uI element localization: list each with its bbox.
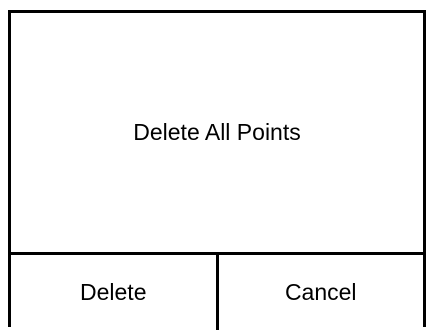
dialog-message: Delete All Points xyxy=(133,119,301,145)
confirm-dialog: Delete All Points Delete Cancel xyxy=(8,10,426,330)
delete-button[interactable]: Delete xyxy=(11,255,219,330)
dialog-button-row: Delete Cancel xyxy=(11,252,423,330)
cancel-button[interactable]: Cancel xyxy=(218,255,423,330)
